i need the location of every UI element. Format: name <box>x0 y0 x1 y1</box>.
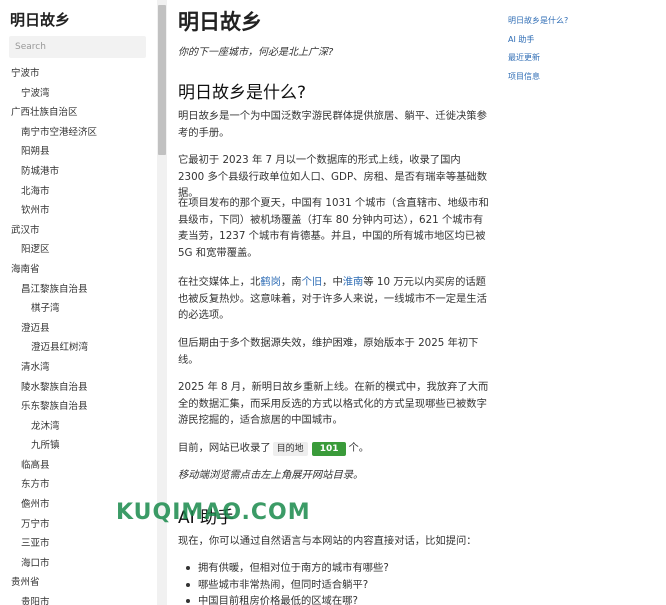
sidebar-nav-item[interactable]: 九所镇 <box>0 436 157 456</box>
link-huainan[interactable]: 淮南 <box>343 276 364 288</box>
text-segment: ，中 <box>322 276 343 288</box>
sidebar-nav-item[interactable]: 南宁市空港经济区 <box>0 123 157 143</box>
ai-intro-paragraph: 现在，你可以通过自然语言与本网站的内容直接对话，比如提问： <box>178 535 477 547</box>
sidebar-nav-item[interactable]: 宁波市 <box>0 64 157 84</box>
sidebar-nav-item[interactable]: 东方市 <box>0 475 157 495</box>
coverage-paragraph: 在项目发布的那个夏天，中国有 1031 个城市（含直辖市、地级市和县级市，下同）… <box>178 197 489 259</box>
table-of-contents: 明日故乡是什么? AI 助手 最近更新 项目信息 <box>508 12 658 86</box>
text-segment: 目前，网站已收录了 <box>178 442 271 454</box>
sidebar-nav-item[interactable]: 贵州省 <box>0 573 157 593</box>
sidebar-nav-item[interactable]: 临高县 <box>0 456 157 476</box>
sidebar-nav-item[interactable]: 钦州市 <box>0 201 157 221</box>
sidebar-nav-item[interactable]: 北海市 <box>0 182 157 202</box>
link-hegang[interactable]: 鹤岗 <box>260 276 281 288</box>
page-title: 明日故乡 <box>178 10 262 34</box>
sidebar-nav-item[interactable]: 广西壮族自治区 <box>0 103 157 123</box>
link-gejiu[interactable]: 个旧 <box>302 276 323 288</box>
sidebar-nav-item[interactable]: 昌江黎族自治县 <box>0 280 157 300</box>
site-title[interactable]: 明日故乡 <box>10 9 70 30</box>
sidebar-nav-item[interactable]: 海南省 <box>0 260 157 280</box>
relaunch-paragraph: 2025 年 8 月，新明日故乡重新上线。在新的模式中，我放弃了大而全的数据汇集… <box>178 381 489 426</box>
heading-what-is: 明日故乡是什么? <box>178 83 307 103</box>
watermark-logo: KUQIMAO.COM <box>116 500 311 525</box>
sidebar-nav-item[interactable]: 龙沐湾 <box>0 417 157 437</box>
sidebar-nav-item[interactable]: 澄迈县 <box>0 319 157 339</box>
mobile-hint: 移动端浏览需点击左上角展开网站目录。 <box>178 469 364 481</box>
text-segment: 在社交媒体上，北 <box>178 276 261 288</box>
page-subtitle: 你的下一座城市，何必是北上广深? <box>178 47 334 58</box>
ai-question-list: 拥有供暖，但相对位于南方的城市有哪些? 哪些城市非常热闹，但同时适合躺平? 中国… <box>186 560 486 605</box>
destination-tag: 目的地 <box>272 442 308 456</box>
search-input[interactable] <box>9 36 146 58</box>
social-media-paragraph: 在社交媒体上，北鹤岗，南个旧，中淮南等 10 万元以内买房的话题也被反复热炒。这… <box>178 274 490 324</box>
sidebar-nav-item[interactable]: 清水湾 <box>0 358 157 378</box>
sidebar-nav-item[interactable]: 三亚市 <box>0 534 157 554</box>
intro-paragraph: 明日故乡是一个为中国泛数字游民群体提供旅居、躺平、迁徙决策参考的手册。 <box>178 110 487 139</box>
sidebar-nav-item[interactable]: 棋子湾 <box>0 299 157 319</box>
toc-item-ai-assistant[interactable]: AI 助手 <box>508 31 658 50</box>
sidebar-nav-item[interactable]: 海口市 <box>0 554 157 574</box>
toc-item-what-is[interactable]: 明日故乡是什么? <box>508 12 658 31</box>
sidebar-nav-item[interactable]: 宁波湾 <box>0 84 157 104</box>
sidebar-scrollbar-thumb[interactable] <box>158 5 166 155</box>
sidebar-nav-item[interactable]: 乐东黎族自治县 <box>0 397 157 417</box>
count-paragraph: 目前，网站已收录了 目的地 101 个。 <box>178 440 490 457</box>
text-segment: ，南 <box>280 276 302 288</box>
sidebar-nav-item[interactable]: 阳朔县 <box>0 142 157 162</box>
sidebar-nav-item[interactable]: 贵阳市 <box>0 593 157 605</box>
ai-question-item: 中国目前租房价格最低的区域在哪? <box>186 593 486 605</box>
sidebar-nav-item[interactable]: 阳逻区 <box>0 240 157 260</box>
sidebar-nav-item[interactable]: 陵水黎族自治县 <box>0 378 157 398</box>
ai-question-item: 拥有供暖，但相对位于南方的城市有哪些? <box>186 560 486 577</box>
toc-item-recent-updates[interactable]: 最近更新 <box>508 49 658 68</box>
destination-count-badge: 101 <box>311 442 347 456</box>
toc-item-project-info[interactable]: 项目信息 <box>508 68 658 87</box>
sidebar-nav-item[interactable]: 武汉市 <box>0 221 157 241</box>
sidebar-nav-item[interactable]: 防城港市 <box>0 162 157 182</box>
text-segment: 个。 <box>348 442 370 454</box>
ai-question-item: 哪些城市非常热闹，但同时适合躺平? <box>186 577 486 594</box>
sidebar-nav-item[interactable]: 澄迈县红树湾 <box>0 338 157 358</box>
offline-paragraph: 但后期由于多个数据源失效，维护困难，原始版本于 2025 年初下线。 <box>178 337 479 366</box>
